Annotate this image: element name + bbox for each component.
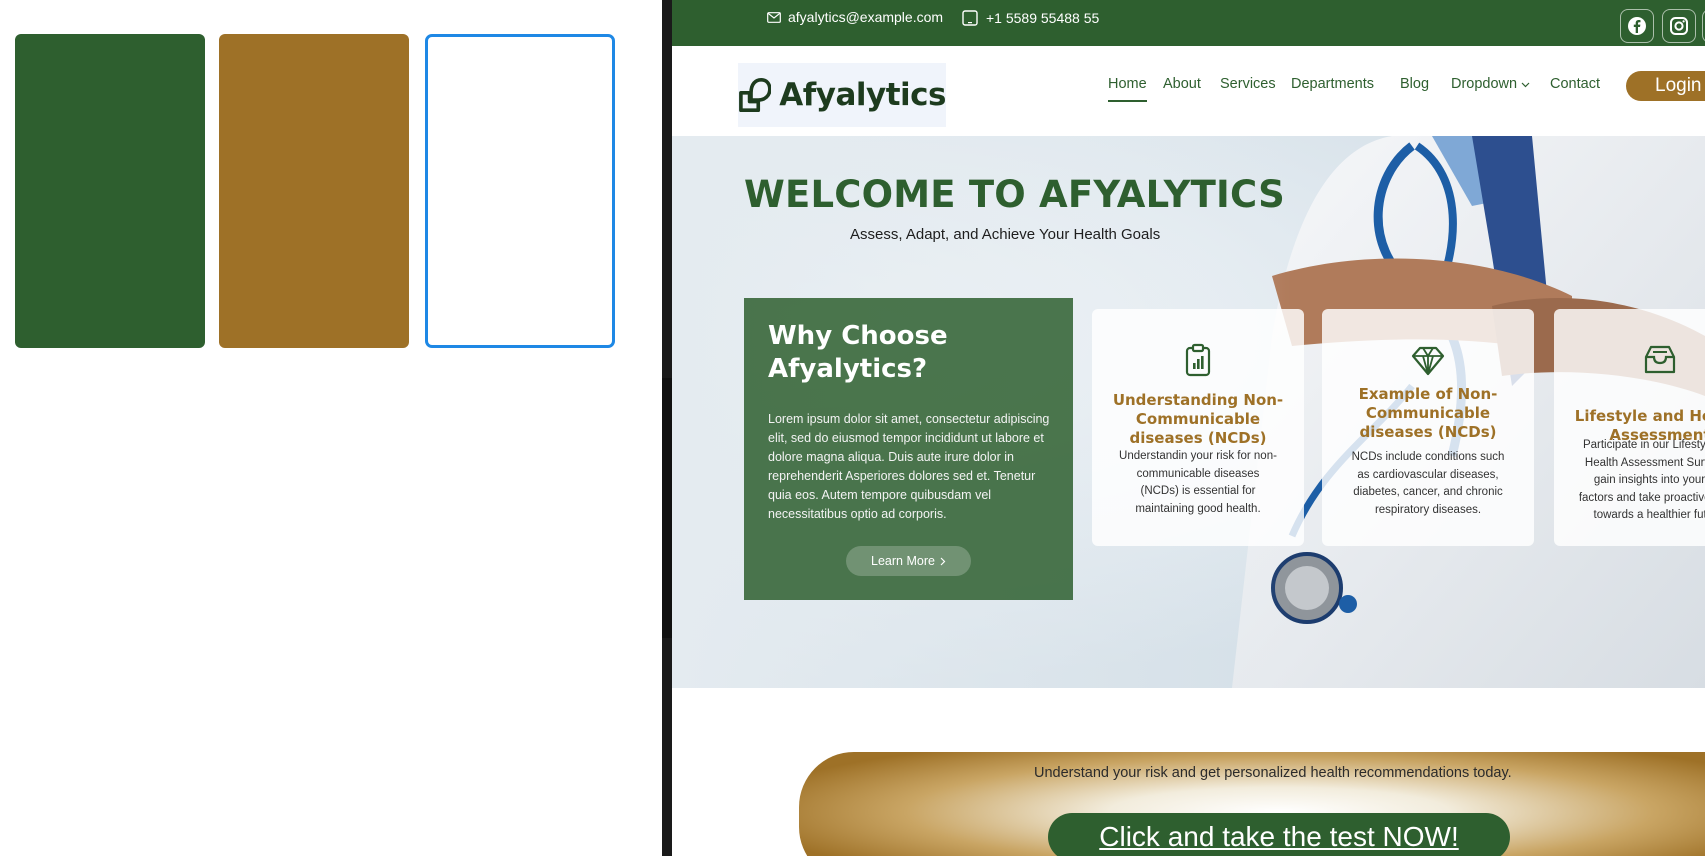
nav-services[interactable]: Services [1220,76,1276,92]
cta-text: Understand your risk and get personalize… [1034,765,1512,781]
nav-contact[interactable]: Contact [1550,76,1600,92]
facebook-icon [1628,17,1646,35]
gem-icon [1411,346,1445,376]
phone-text: +1 5589 55488 55 [986,10,1100,26]
card-title: Understanding Non-Communicable diseases … [1112,391,1284,447]
clipboard-chart-icon [1185,343,1211,377]
site-header: Afyalytics Home About Services Departmen… [672,46,1705,136]
nav-about[interactable]: About [1163,76,1201,92]
phone-icon [962,10,978,26]
email-text: afyalytics@example.com [788,9,944,25]
top-bar: afyalytics@example.com +1 5589 55488 55 [672,0,1705,46]
logo-mark-icon [739,77,772,113]
cta-banner: Understand your risk and get personalize… [799,752,1705,856]
card-text: Understandin your risk for non-communica… [1119,450,1277,515]
nav-departments[interactable]: Departments [1291,76,1374,92]
hero-subtitle: Assess, Adapt, and Achieve Your Health G… [850,226,1161,243]
swatch-accent-gold[interactable] [219,34,409,348]
login-button[interactable]: Login [1626,71,1705,101]
nav-home[interactable]: Home [1108,76,1147,102]
info-card-lifestyle-assessment[interactable]: Lifestyle and Health Assessment Particip… [1554,309,1705,546]
inbox-icon [1644,345,1676,374]
panel-divider[interactable] [662,0,672,856]
why-choose-title: Why Choose Afyalytics? [768,321,948,384]
hero-title: WELCOME TO AFYALYTICS [744,173,1285,216]
contact-email[interactable]: afyalytics@example.com [767,9,943,25]
info-card-ncd-understanding[interactable]: Understanding Non-Communicable diseases … [1092,309,1304,546]
logo-text: Afyalytics [779,77,946,113]
why-choose-panel: Why Choose Afyalytics? Lorem ipsum dolor… [744,298,1073,600]
card-text: Participate in our Lifestyle and Health … [1578,439,1705,521]
learn-more-label: Learn More [871,554,935,568]
site-logo[interactable]: Afyalytics [738,63,946,127]
card-text: NCDs include conditions such as cardiova… [1351,451,1505,516]
chevron-down-icon [1521,82,1530,88]
info-card-ncd-examples[interactable]: Example of Non-Communicable diseases (NC… [1322,309,1534,546]
instagram-icon [1670,17,1688,35]
swatch-primary-green[interactable] [15,34,205,348]
swatch-white-selected[interactable] [425,34,615,348]
facebook-link[interactable] [1620,9,1654,43]
divider-handle[interactable] [662,378,672,638]
nav-dropdown[interactable]: Dropdown [1451,76,1530,92]
why-choose-text: Lorem ipsum dolor sit amet, consectetur … [768,412,1050,521]
instagram-link[interactable] [1662,9,1696,43]
nav-dropdown-label: Dropdown [1451,76,1518,92]
take-test-button[interactable]: Click and take the test NOW! [1048,813,1510,856]
website-preview: afyalytics@example.com +1 5589 55488 55 … [672,0,1705,856]
nav-blog[interactable]: Blog [1400,76,1429,92]
envelope-icon [767,11,781,23]
contact-phone[interactable]: +1 5589 55488 55 [962,10,1099,26]
hero-section: WELCOME TO AFYALYTICS Assess, Adapt, and… [672,136,1705,688]
card-title: Example of Non-Communicable diseases (NC… [1358,385,1498,441]
chevron-right-icon [940,557,946,565]
learn-more-button[interactable]: Learn More [846,546,971,576]
